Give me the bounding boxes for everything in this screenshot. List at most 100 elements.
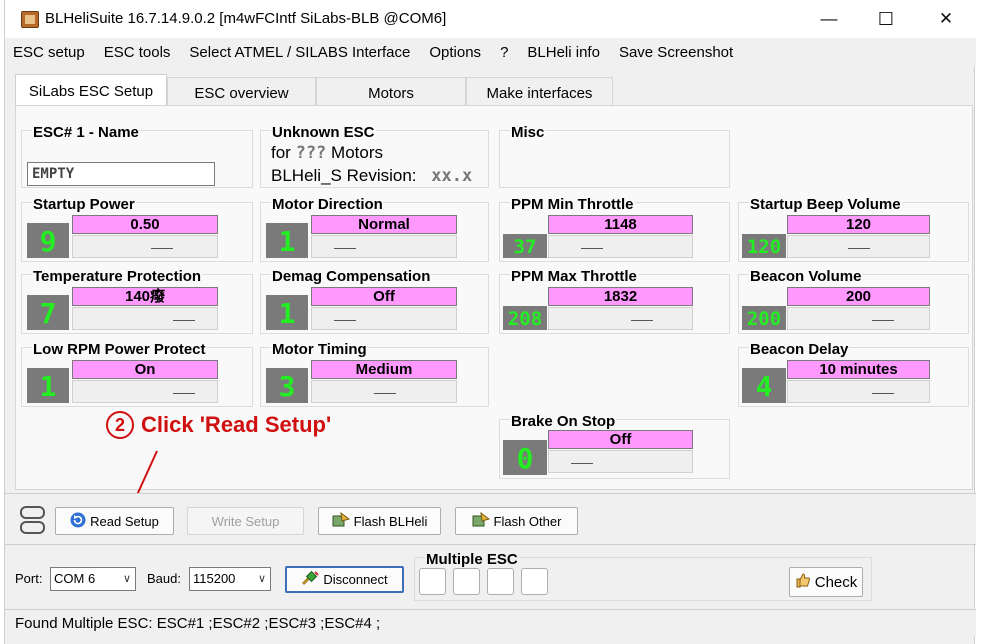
ppm-max-throttle-digit: 208 — [503, 306, 547, 330]
beacon-delay-group[interactable]: Beacon Delay 4 10 minutes — [738, 341, 969, 407]
baud-select[interactable]: 115200 ∨ — [189, 567, 271, 591]
motor-timing-value: Medium — [311, 360, 457, 379]
startup-beep-volume-digit: 120 — [742, 234, 786, 258]
flash-blheli-button[interactable]: Flash BLHeli — [318, 507, 441, 535]
startup-beep-volume-group[interactable]: Startup Beep Volume 120 120 — [738, 196, 969, 262]
demag-compensation-group[interactable]: Demag Compensation 1 Off — [260, 268, 489, 334]
app-window: BLHeliSuite 16.7.14.9.0.2 [m4wFCIntf SiL… — [4, 0, 976, 644]
flash-chip-icon — [332, 511, 350, 531]
tab-silabs-esc-setup[interactable]: SiLabs ESC Setup — [15, 74, 167, 108]
low-rpm-power-protect-group[interactable]: Low RPM Power Protect 1 On — [21, 341, 253, 407]
slider-thumb[interactable] — [581, 248, 603, 249]
esc-2-slot[interactable] — [453, 568, 480, 595]
temperature-protection-slider[interactable] — [72, 307, 218, 330]
flash-blheli-label: Flash BLHeli — [353, 513, 428, 529]
close-button[interactable]: ✕ — [923, 0, 969, 38]
read-setup-button[interactable]: Read Setup — [55, 507, 174, 535]
slider-thumb[interactable] — [334, 248, 356, 249]
beacon-delay-digit: 4 — [742, 368, 786, 403]
plug-icon — [301, 570, 320, 589]
beacon-delay-title: Beacon Delay — [749, 341, 850, 358]
tab-esc-overview[interactable]: ESC overview — [167, 77, 316, 108]
disconnect-button[interactable]: Disconnect — [285, 566, 404, 593]
tab-make-interfaces[interactable]: Make interfaces — [466, 77, 613, 108]
startup-power-title: Startup Power — [32, 196, 136, 213]
motor-direction-slider[interactable] — [311, 235, 457, 258]
brake-on-stop-slider[interactable] — [548, 450, 693, 473]
slider-thumb[interactable] — [151, 248, 173, 249]
read-setup-label: Read Setup — [90, 513, 159, 529]
menu-options[interactable]: Options — [429, 44, 481, 61]
ppm-max-throttle-title: PPM Max Throttle — [510, 268, 638, 285]
beacon-volume-group[interactable]: Beacon Volume 200 200 — [738, 268, 969, 334]
low-rpm-power-protect-digit: 1 — [27, 368, 69, 403]
motor-direction-group[interactable]: Motor Direction 1 Normal — [260, 196, 489, 262]
temperature-protection-title: Temperature Protection — [32, 268, 203, 285]
esc-name-title: ESC# 1 - Name — [32, 124, 140, 141]
motor-timing-slider[interactable] — [311, 380, 457, 403]
esc-3-slot[interactable] — [487, 568, 514, 595]
revision-value: xx.x — [431, 166, 473, 186]
ppm-min-throttle-slider[interactable] — [548, 235, 693, 258]
startup-power-digit: 9 — [27, 223, 69, 258]
beacon-delay-slider[interactable] — [787, 380, 930, 403]
demag-compensation-digit: 1 — [266, 295, 308, 330]
tab-motors[interactable]: Motors — [316, 77, 466, 108]
startup-power-group[interactable]: Startup Power 9 0.50 — [21, 196, 253, 262]
beacon-volume-value: 200 — [787, 287, 930, 306]
write-setup-button[interactable]: Write Setup — [187, 507, 304, 535]
esc-4-slot[interactable] — [521, 568, 548, 595]
beacon-volume-slider[interactable] — [787, 307, 930, 330]
port-select[interactable]: COM 6 ∨ — [50, 567, 136, 591]
temperature-protection-group[interactable]: Temperature Protection 7 140癈 — [21, 268, 253, 334]
motor-timing-group[interactable]: Motor Timing 3 Medium — [260, 341, 489, 407]
motor-timing-title: Motor Timing — [271, 341, 368, 358]
slider-thumb[interactable] — [848, 248, 870, 249]
brake-on-stop-group[interactable]: Brake On Stop 0 Off — [499, 413, 730, 479]
beacon-volume-title: Beacon Volume — [749, 268, 863, 285]
menu-select-interface[interactable]: Select ATMEL / SILABS Interface — [189, 44, 410, 61]
motor-direction-title: Motor Direction — [271, 196, 384, 213]
startup-power-slider[interactable] — [72, 235, 218, 258]
slider-thumb[interactable] — [631, 320, 653, 321]
annotation-text: Click 'Read Setup' — [141, 412, 332, 437]
thumbs-up-icon — [795, 572, 811, 592]
maximize-button[interactable]: ☐ — [863, 0, 909, 38]
action-bar: Read Setup Write Setup Flash BLHeli Flas… — [5, 493, 976, 545]
slider-thumb[interactable] — [173, 320, 195, 321]
ppm-min-throttle-digit: 37 — [503, 234, 547, 258]
startup-beep-volume-slider[interactable] — [787, 235, 930, 258]
slider-thumb[interactable] — [374, 393, 396, 394]
esc-name-input[interactable]: EMPTY — [27, 162, 215, 186]
toggle-lower-icon[interactable] — [20, 521, 45, 534]
chevron-down-icon: ∨ — [257, 573, 266, 585]
motor-timing-digit: 3 — [266, 368, 308, 403]
esc-info-group: Unknown ESC for ??? Motors BLHeli_S Revi… — [260, 124, 489, 188]
esc-info-title: Unknown ESC — [271, 124, 376, 141]
ppm-min-throttle-value: 1148 — [548, 215, 693, 234]
menu-blheli-info[interactable]: BLHeli info — [527, 44, 600, 61]
minimize-button[interactable]: — — [806, 0, 852, 38]
flash-other-button[interactable]: Flash Other — [455, 507, 578, 535]
slider-thumb[interactable] — [872, 393, 894, 394]
ppm-min-throttle-group[interactable]: PPM Min Throttle 37 1148 — [499, 196, 730, 262]
ppm-max-throttle-slider[interactable] — [548, 307, 693, 330]
menu-esc-tools[interactable]: ESC tools — [104, 44, 171, 61]
demag-compensation-slider[interactable] — [311, 307, 457, 330]
low-rpm-power-protect-slider[interactable] — [72, 380, 218, 403]
slider-thumb[interactable] — [334, 320, 356, 321]
toggle-upper-icon[interactable] — [20, 506, 45, 519]
slider-thumb[interactable] — [571, 463, 593, 464]
motor-direction-digit: 1 — [266, 223, 308, 258]
check-button[interactable]: Check — [789, 567, 863, 597]
esc-1-slot[interactable] — [419, 568, 446, 595]
low-rpm-power-protect-value: On — [72, 360, 218, 379]
ppm-max-throttle-group[interactable]: PPM Max Throttle 208 1832 — [499, 268, 730, 334]
menu-help[interactable]: ? — [500, 44, 508, 61]
menu-esc-setup[interactable]: ESC setup — [13, 44, 85, 61]
temperature-protection-digit: 7 — [27, 295, 69, 330]
slider-thumb[interactable] — [872, 320, 894, 321]
slider-thumb[interactable] — [173, 393, 195, 394]
menu-save-screenshot[interactable]: Save Screenshot — [619, 44, 733, 61]
write-setup-label: Write Setup — [211, 513, 280, 529]
